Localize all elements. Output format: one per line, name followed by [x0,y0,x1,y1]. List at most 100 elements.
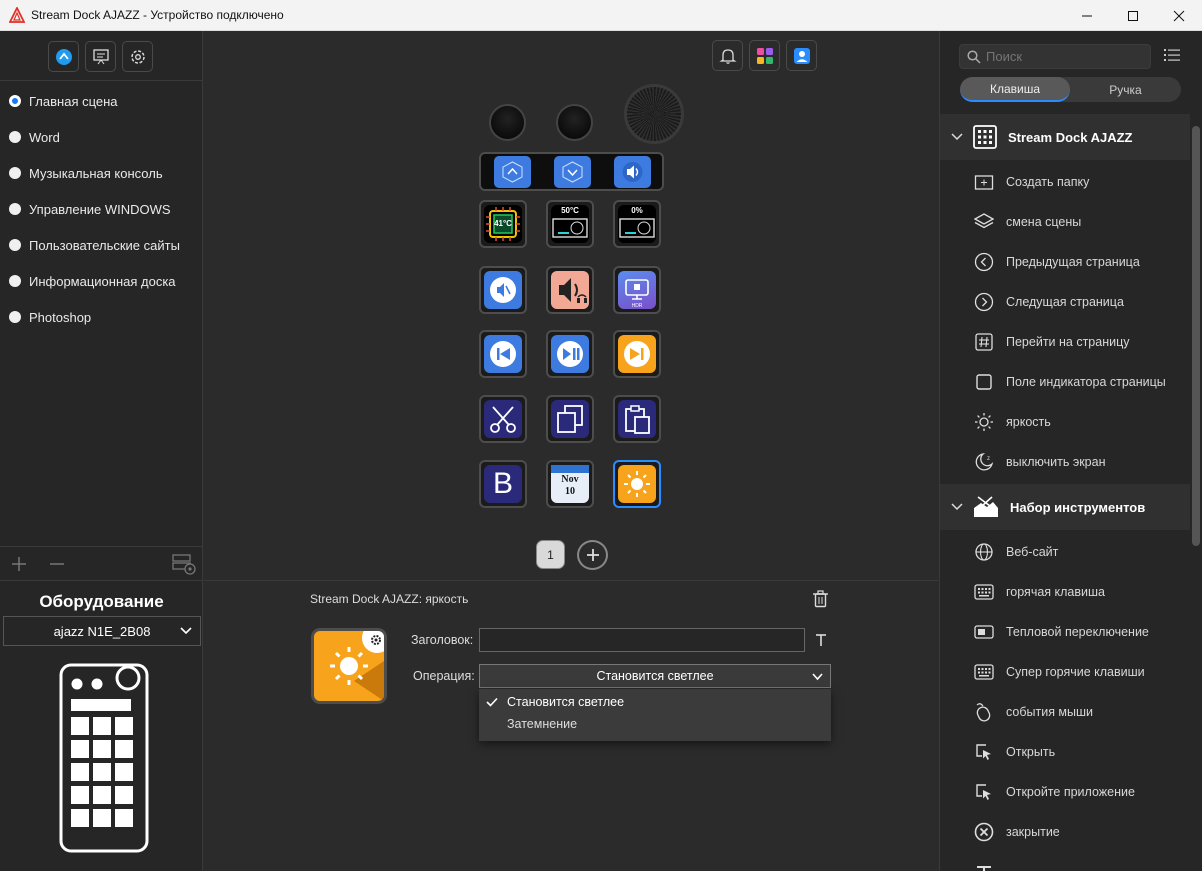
key-paste[interactable] [613,395,661,443]
key-cut[interactable] [479,395,527,443]
key-copy[interactable] [546,395,594,443]
chevron-left-circle-icon [973,251,995,273]
group-header-device[interactable]: Stream Dock AJAZZ [940,114,1190,160]
keypad-icon [973,125,997,149]
action-hotkey[interactable]: горячая клавиша [940,572,1190,612]
radio[interactable] [9,131,21,143]
chevron-down-icon [812,673,823,681]
key-gpu-usage[interactable]: 0% [613,200,661,248]
action-mouse-events[interactable]: события мыши [940,692,1190,732]
group-header-tools[interactable]: Набор инструментов [940,484,1190,530]
action-super-hotkeys[interactable]: Супер горячие клавиши [940,652,1190,692]
scene-item[interactable]: Информационная доска [0,263,203,299]
radio-selected[interactable] [9,95,21,107]
action-go-to-page[interactable]: Перейти на страницу [940,322,1190,362]
dropdown-option[interactable]: Становится светлее [479,691,831,713]
chevron-down-icon [951,503,963,511]
plugins-button[interactable] [749,40,780,71]
action-screen-off[interactable]: z выключить экран [940,442,1190,482]
action-previous-page[interactable]: Предыдущая страница [940,242,1190,282]
action-page-indicator[interactable]: Поле индикатора страницы [940,362,1190,402]
knob-large[interactable] [624,84,684,144]
action-toggle[interactable]: Тепловой переключение [940,612,1190,652]
app-store-button[interactable] [48,41,79,72]
actions-panel: Клавиша Ручка Stream Dock AJAZZ Создать … [939,31,1202,871]
radio[interactable] [9,203,21,215]
volume-icon [622,162,643,182]
notifications-button[interactable] [712,40,743,71]
key-previous-track[interactable] [479,330,527,378]
device-select[interactable]: ajazz N1E_2B08 [3,616,201,646]
dropdown-option[interactable]: Затемнение [479,713,831,735]
key-hdr[interactable]: HDR [613,266,661,314]
svg-text:HDR: HDR [632,303,643,309]
action-icon-preview[interactable] [311,628,387,704]
chevron-down-icon [951,133,963,141]
scene-item[interactable]: Photoshop [0,299,203,335]
scene-item[interactable]: Управление WINDOWS [0,191,203,227]
radio[interactable] [9,239,21,251]
radio[interactable] [9,311,21,323]
usage-value: 0% [631,206,643,215]
action-next-page[interactable]: Следущая страница [940,282,1190,322]
operation-label: Операция: [413,669,475,683]
scene-actions [0,546,203,580]
account-button[interactable] [786,40,817,71]
page-button[interactable]: 1 [536,540,565,569]
tab-key[interactable]: Клавиша [960,77,1070,102]
knob-1[interactable] [489,104,526,141]
scene-item[interactable]: Главная сцена [0,83,203,119]
folder-plus-icon [973,171,995,193]
key-cpu-temp[interactable]: 41°C [479,200,527,248]
key-play-pause[interactable] [546,330,594,378]
search-box[interactable] [959,44,1151,69]
action-switch-scene[interactable]: смена сцены [940,202,1190,242]
scene-item[interactable]: Пользовательские сайты [0,227,203,263]
text-format-icon[interactable] [815,633,827,647]
action-text-partial[interactable] [940,852,1190,871]
mouse-icon [973,701,995,723]
hardware-title: Оборудование [39,592,164,611]
globe-icon [973,541,995,563]
search-input[interactable] [986,47,1146,66]
maximize-button[interactable] [1110,0,1156,31]
key-next-track[interactable] [613,330,661,378]
strip-down-button[interactable] [554,156,591,188]
key-brightness[interactable] [613,460,661,508]
tab-knob[interactable]: Ручка [1070,77,1181,102]
title-input[interactable] [479,628,805,652]
action-brightness[interactable]: яркость [940,402,1190,442]
add-scene-icon[interactable] [11,556,27,572]
key-gpu-temp[interactable]: 50°C [546,200,594,248]
operation-select[interactable]: Становится светлее [479,664,831,688]
add-page-button[interactable] [577,540,608,570]
gear-icon [130,49,145,64]
scrollbar[interactable] [1192,126,1200,546]
key-mute[interactable] [479,266,527,314]
key-audio-device[interactable] [546,266,594,314]
trash-icon[interactable] [812,590,829,608]
close-window-button[interactable] [1156,0,1202,31]
remove-scene-icon[interactable] [49,556,65,572]
settings-button[interactable] [122,41,153,72]
list-view-icon[interactable] [1164,48,1180,62]
action-create-folder[interactable]: Создать папку [940,162,1190,202]
action-open[interactable]: Открыть [940,732,1190,772]
action-website[interactable]: Веб-сайт [940,532,1190,572]
device-canvas: 41°C 50°C 0% HDR B Nov 10 1 [204,31,938,580]
radio[interactable] [9,167,21,179]
minimize-button[interactable] [1064,0,1110,31]
previous-track-icon [490,341,516,367]
scene-item[interactable]: Музыкальная консоль [0,155,203,191]
server-settings-icon[interactable] [172,553,196,575]
strip-volume-button[interactable] [614,156,651,188]
radio[interactable] [9,275,21,287]
scene-item[interactable]: Word [0,119,203,155]
knob-2[interactable] [556,104,593,141]
key-bold[interactable]: B [479,460,527,508]
action-close[interactable]: закрытие [940,812,1190,852]
strip-up-button[interactable] [494,156,531,188]
presentation-button[interactable] [85,41,116,72]
key-calendar[interactable]: Nov 10 [546,460,594,508]
action-open-app[interactable]: Откройте приложение [940,772,1190,812]
